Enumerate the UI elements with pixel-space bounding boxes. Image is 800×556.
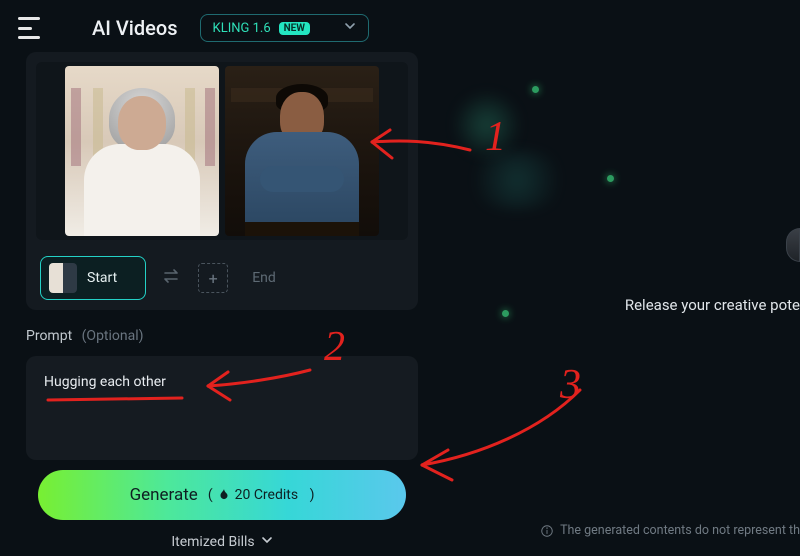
particle bbox=[607, 175, 614, 182]
prompt-input[interactable]: Hugging each other bbox=[26, 356, 418, 460]
left-panel: Start + End Prompt (Optional) Hugging ea… bbox=[0, 52, 432, 550]
model-name: KLING 1.6 bbox=[213, 21, 271, 36]
generate-label: Generate bbox=[130, 485, 198, 505]
end-label: End bbox=[252, 270, 276, 286]
start-frame-button[interactable]: Start bbox=[40, 256, 146, 300]
prompt-section: Prompt (Optional) Hugging each other bbox=[26, 328, 418, 460]
model-selector[interactable]: KLING 1.6 NEW bbox=[200, 14, 370, 42]
prompt-label: Prompt (Optional) bbox=[26, 328, 418, 344]
start-thumbnail bbox=[49, 263, 77, 293]
start-frame-image-2[interactable] bbox=[225, 66, 379, 236]
swap-frames-icon[interactable] bbox=[162, 268, 182, 289]
image-preview-row bbox=[36, 62, 408, 240]
chevron-down-icon bbox=[261, 534, 273, 550]
add-end-frame-icon: + bbox=[198, 263, 228, 293]
frame-controls: Start + End bbox=[36, 256, 408, 300]
frames-canvas: Start + End bbox=[26, 52, 418, 310]
new-badge: NEW bbox=[279, 22, 310, 35]
start-frame-image[interactable] bbox=[65, 66, 219, 236]
glow-decoration bbox=[462, 150, 572, 210]
right-area: Release your creative pote The generated… bbox=[432, 0, 800, 556]
fire-icon bbox=[217, 488, 231, 502]
collapse-handle[interactable] bbox=[786, 228, 800, 262]
end-frame-button[interactable]: + End bbox=[198, 256, 294, 300]
menu-icon[interactable] bbox=[18, 17, 42, 39]
disclaimer-text: The generated contents do not represent … bbox=[540, 523, 800, 538]
start-label: Start bbox=[87, 270, 117, 286]
itemized-bills-toggle[interactable]: Itemized Bills bbox=[26, 534, 418, 550]
generate-button[interactable]: Generate ( 20 Credits ) bbox=[38, 470, 406, 520]
page-title: AI Videos bbox=[92, 16, 178, 40]
chevron-down-icon bbox=[344, 20, 356, 36]
prompt-text: Hugging each other bbox=[44, 374, 400, 390]
particle bbox=[532, 86, 539, 93]
itemized-label: Itemized Bills bbox=[171, 534, 254, 550]
info-icon bbox=[540, 524, 554, 538]
generate-credits: ( 20 Credits ) bbox=[208, 487, 315, 503]
particle bbox=[502, 310, 509, 317]
tagline-text: Release your creative pote bbox=[625, 296, 800, 314]
